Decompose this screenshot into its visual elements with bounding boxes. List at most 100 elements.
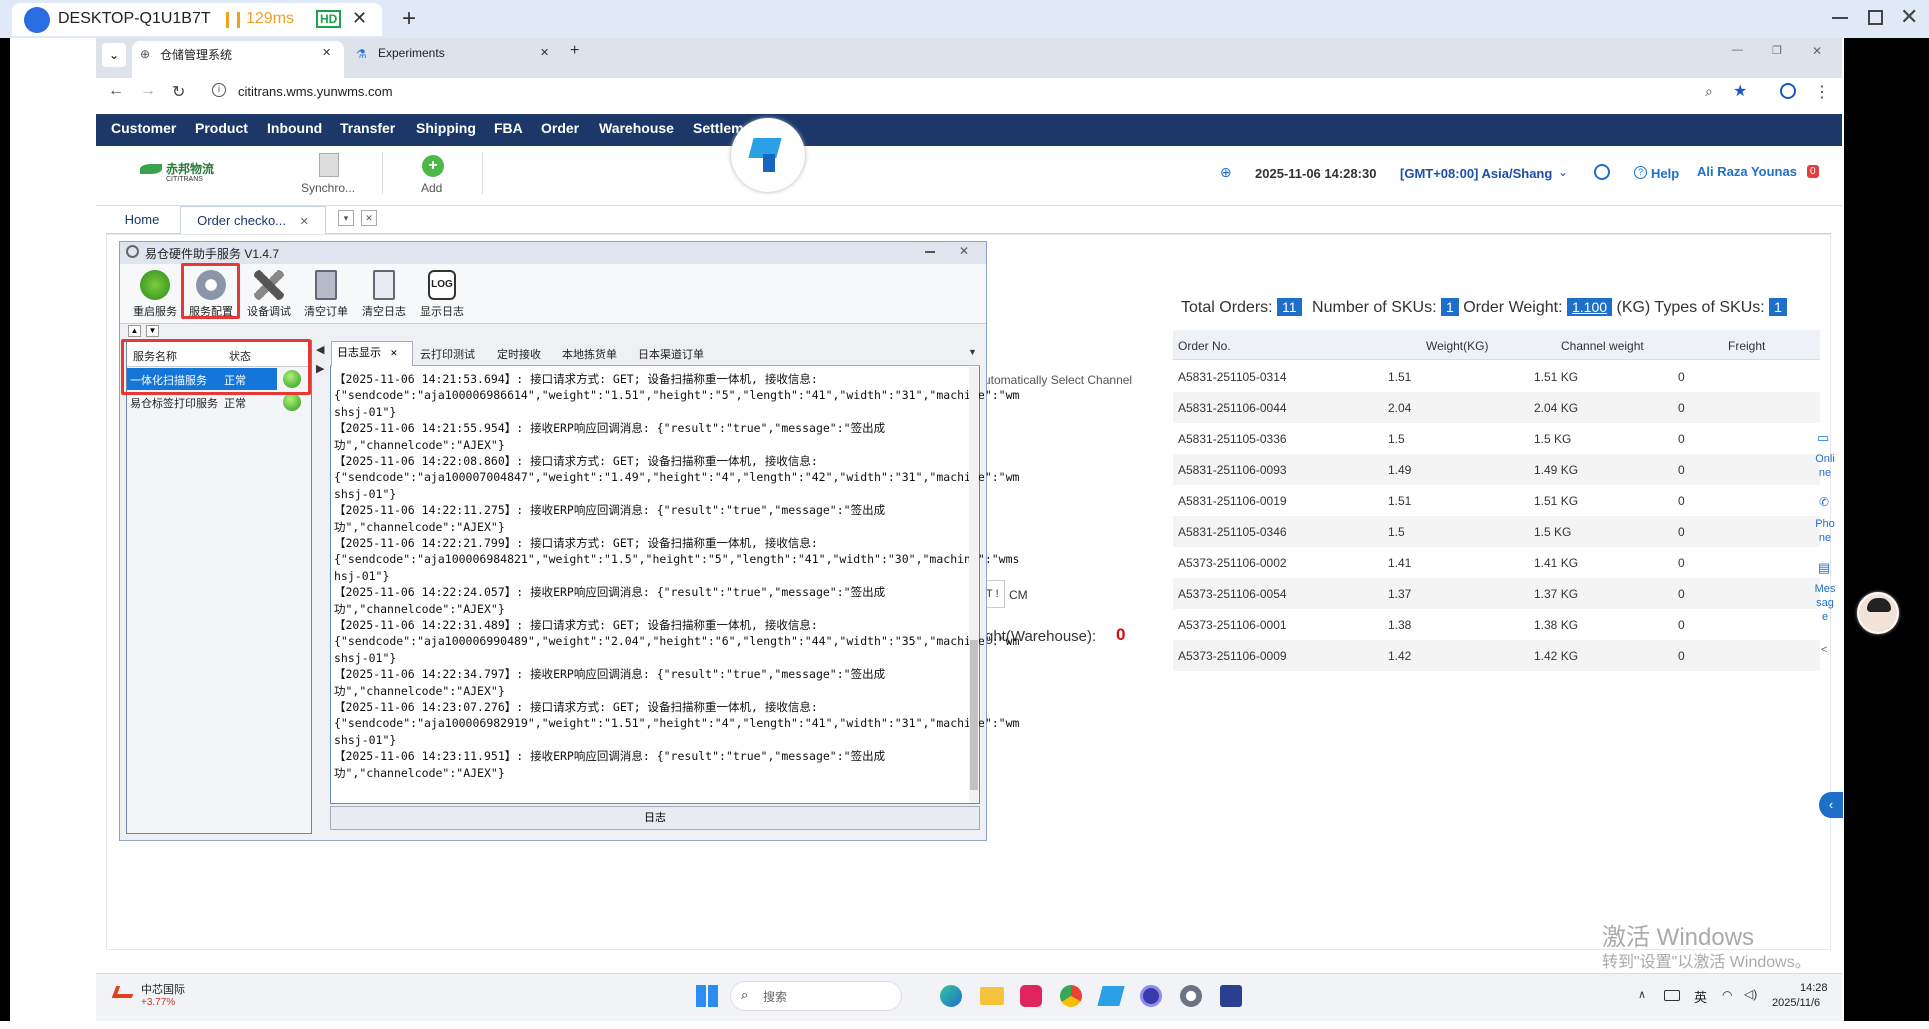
tab-close-icon[interactable]: ✕	[390, 348, 398, 358]
chrome-icon[interactable]	[1060, 985, 1082, 1007]
dialog-minimize-button[interactable]	[925, 251, 935, 253]
side-collapse-button[interactable]: ‹	[1819, 792, 1843, 818]
menu-settlement[interactable]: Settlem	[693, 120, 744, 136]
taskbar-search[interactable]	[730, 981, 902, 1011]
phone-link[interactable]: Pho ne	[1814, 517, 1836, 545]
window-close-icon[interactable]: ✕	[1900, 4, 1918, 30]
window-minimize-icon[interactable]	[1832, 17, 1848, 19]
clock-time[interactable]: 14:28	[1800, 982, 1828, 994]
stock-name[interactable]: 中芯国际	[141, 981, 185, 997]
new-session-button[interactable]: +	[402, 5, 416, 33]
bookmark-star-icon[interactable]: ★	[1733, 81, 1747, 101]
start-icon[interactable]	[696, 985, 718, 1007]
volume-icon[interactable]: ◁)	[1744, 987, 1757, 1001]
tab-home[interactable]: Home	[112, 206, 172, 234]
support-avatar[interactable]	[1857, 592, 1899, 634]
cube-app-icon[interactable]	[1220, 985, 1242, 1007]
clock-date[interactable]: 2025/11/6	[1772, 997, 1820, 1009]
tab-local-picklist[interactable]: 本地拣货单	[562, 346, 617, 362]
new-tab-button[interactable]: +	[570, 42, 579, 60]
site-info-icon[interactable]: i	[212, 83, 226, 97]
order-no-cell: A5373-251106-0002	[1178, 556, 1287, 570]
tab-close-all-icon[interactable]: ✕	[361, 210, 377, 226]
ime-indicator[interactable]: 英	[1694, 987, 1707, 1006]
menu-fba[interactable]: FBA	[494, 120, 523, 136]
browser-menu-icon[interactable]: ⋮	[1814, 82, 1830, 102]
clear-orders-button[interactable]: 清空订单	[297, 268, 355, 322]
browser-minimize-button[interactable]: —	[1732, 44, 1743, 56]
sync-button[interactable]: Synchro...	[301, 181, 355, 195]
restart-service-button[interactable]: 重启服务	[126, 268, 184, 322]
device-debug-button[interactable]: 设备调试	[240, 268, 298, 322]
keyboard-icon[interactable]	[1664, 990, 1680, 1001]
language-globe-icon[interactable]: ⊕	[1220, 164, 1232, 181]
app-red-icon[interactable]	[1020, 985, 1042, 1007]
clear-log-button[interactable]: 清空日志	[355, 268, 413, 322]
close-session-button[interactable]: ✕	[352, 8, 367, 29]
settings-gear-icon[interactable]	[1180, 985, 1202, 1007]
chevron-down-icon[interactable]: ⌄	[1558, 165, 1568, 179]
add-icon[interactable]: +	[422, 155, 444, 177]
menu-customer[interactable]: Customer	[111, 120, 176, 136]
menu-transfer[interactable]: Transfer	[340, 120, 395, 136]
add-button[interactable]: Add	[421, 181, 442, 195]
sync-icon[interactable]	[319, 153, 339, 177]
collapse-arrow-icon[interactable]: <	[1821, 644, 1827, 656]
dialog-close-button[interactable]: ✕	[959, 244, 969, 258]
tab-log-display[interactable]: 日志显示 ✕	[331, 341, 413, 366]
app-floating-logo[interactable]	[731, 118, 805, 192]
app-blue-icon[interactable]	[1140, 985, 1162, 1007]
url-field[interactable]: cititrans.wms.yunwms.com	[238, 84, 393, 99]
menu-shipping[interactable]: Shipping	[416, 120, 476, 136]
help-icon[interactable]: ?	[1634, 166, 1647, 179]
reload-icon[interactable]: ↻	[172, 82, 185, 102]
help-link[interactable]: Help	[1651, 166, 1679, 181]
window-restore-icon[interactable]	[1868, 10, 1883, 25]
dimension-input[interactable]: T !	[985, 580, 1005, 608]
zoom-icon[interactable]: ⌕	[1705, 83, 1713, 100]
timezone-select[interactable]: [GMT+08:00] Asia/Shang	[1400, 166, 1552, 181]
file-explorer-icon[interactable]	[980, 987, 1004, 1005]
wifi-icon[interactable]: ◠	[1722, 988, 1732, 1002]
back-icon[interactable]: ←	[108, 82, 124, 100]
forward-icon[interactable]: →	[140, 82, 156, 100]
phone-icon[interactable]: ✆	[1819, 495, 1829, 509]
edge-icon[interactable]	[940, 985, 962, 1007]
tab-close-button[interactable]: ✕	[322, 46, 331, 59]
menu-product[interactable]: Product	[195, 120, 248, 136]
play-icon[interactable]	[1594, 164, 1610, 180]
tab-close-icon[interactable]: ✕	[300, 216, 309, 228]
online-chat-icon[interactable]: ▭	[1817, 430, 1829, 446]
collapse-up-icon[interactable]: ▲	[128, 325, 141, 337]
message-link[interactable]: Mes sag e	[1814, 582, 1836, 624]
tab-japan-channel-orders[interactable]: 日本渠道订单	[638, 346, 704, 362]
tab-order-checkout[interactable]: Order checko... ✕	[180, 206, 326, 234]
tab-overflow-icon[interactable]: ▼	[968, 347, 977, 357]
show-log-button[interactable]: LOG 显示日志	[413, 268, 471, 322]
log-scrollbar-thumb[interactable]	[970, 640, 978, 790]
tab-dropdown-icon[interactable]: ▾	[338, 210, 354, 226]
log-line: 【2025-11-06 14:22:08.860】: 接口请求方式: GET; …	[334, 454, 818, 468]
user-name[interactable]: Ali Raza Younas	[1697, 164, 1797, 179]
browser-restore-button[interactable]: ❐	[1772, 44, 1782, 57]
tab-cloud-print-test[interactable]: 云打印测试	[420, 346, 475, 362]
highlight-box-services	[121, 339, 311, 395]
browser-close-button[interactable]: ✕	[1812, 44, 1822, 58]
service-name[interactable]: 易仓标签打印服务	[130, 395, 218, 411]
message-icon[interactable]: ▤	[1818, 560, 1830, 576]
tray-chevron-icon[interactable]: ∧	[1638, 988, 1646, 1001]
notification-badge[interactable]: 0	[1807, 165, 1819, 178]
panel-left-arrow-icon[interactable]: ◀	[316, 343, 324, 356]
collapse-down-icon[interactable]: ▼	[146, 325, 159, 337]
tab-close-button[interactable]: ✕	[540, 46, 549, 59]
tab-list-button[interactable]: ⌄	[102, 43, 126, 67]
profile-icon[interactable]	[1780, 83, 1796, 99]
browser-tab-title[interactable]: Experiments	[378, 46, 445, 60]
menu-warehouse[interactable]: Warehouse	[599, 120, 674, 136]
log-footer-button[interactable]: 日志	[330, 806, 980, 830]
online-chat-link[interactable]: Onli ne	[1814, 452, 1836, 480]
panel-right-arrow-icon[interactable]: ▶	[316, 362, 324, 375]
tab-scheduled-receive[interactable]: 定时接收	[497, 346, 541, 362]
menu-inbound[interactable]: Inbound	[267, 120, 322, 136]
menu-order[interactable]: Order	[541, 120, 579, 136]
